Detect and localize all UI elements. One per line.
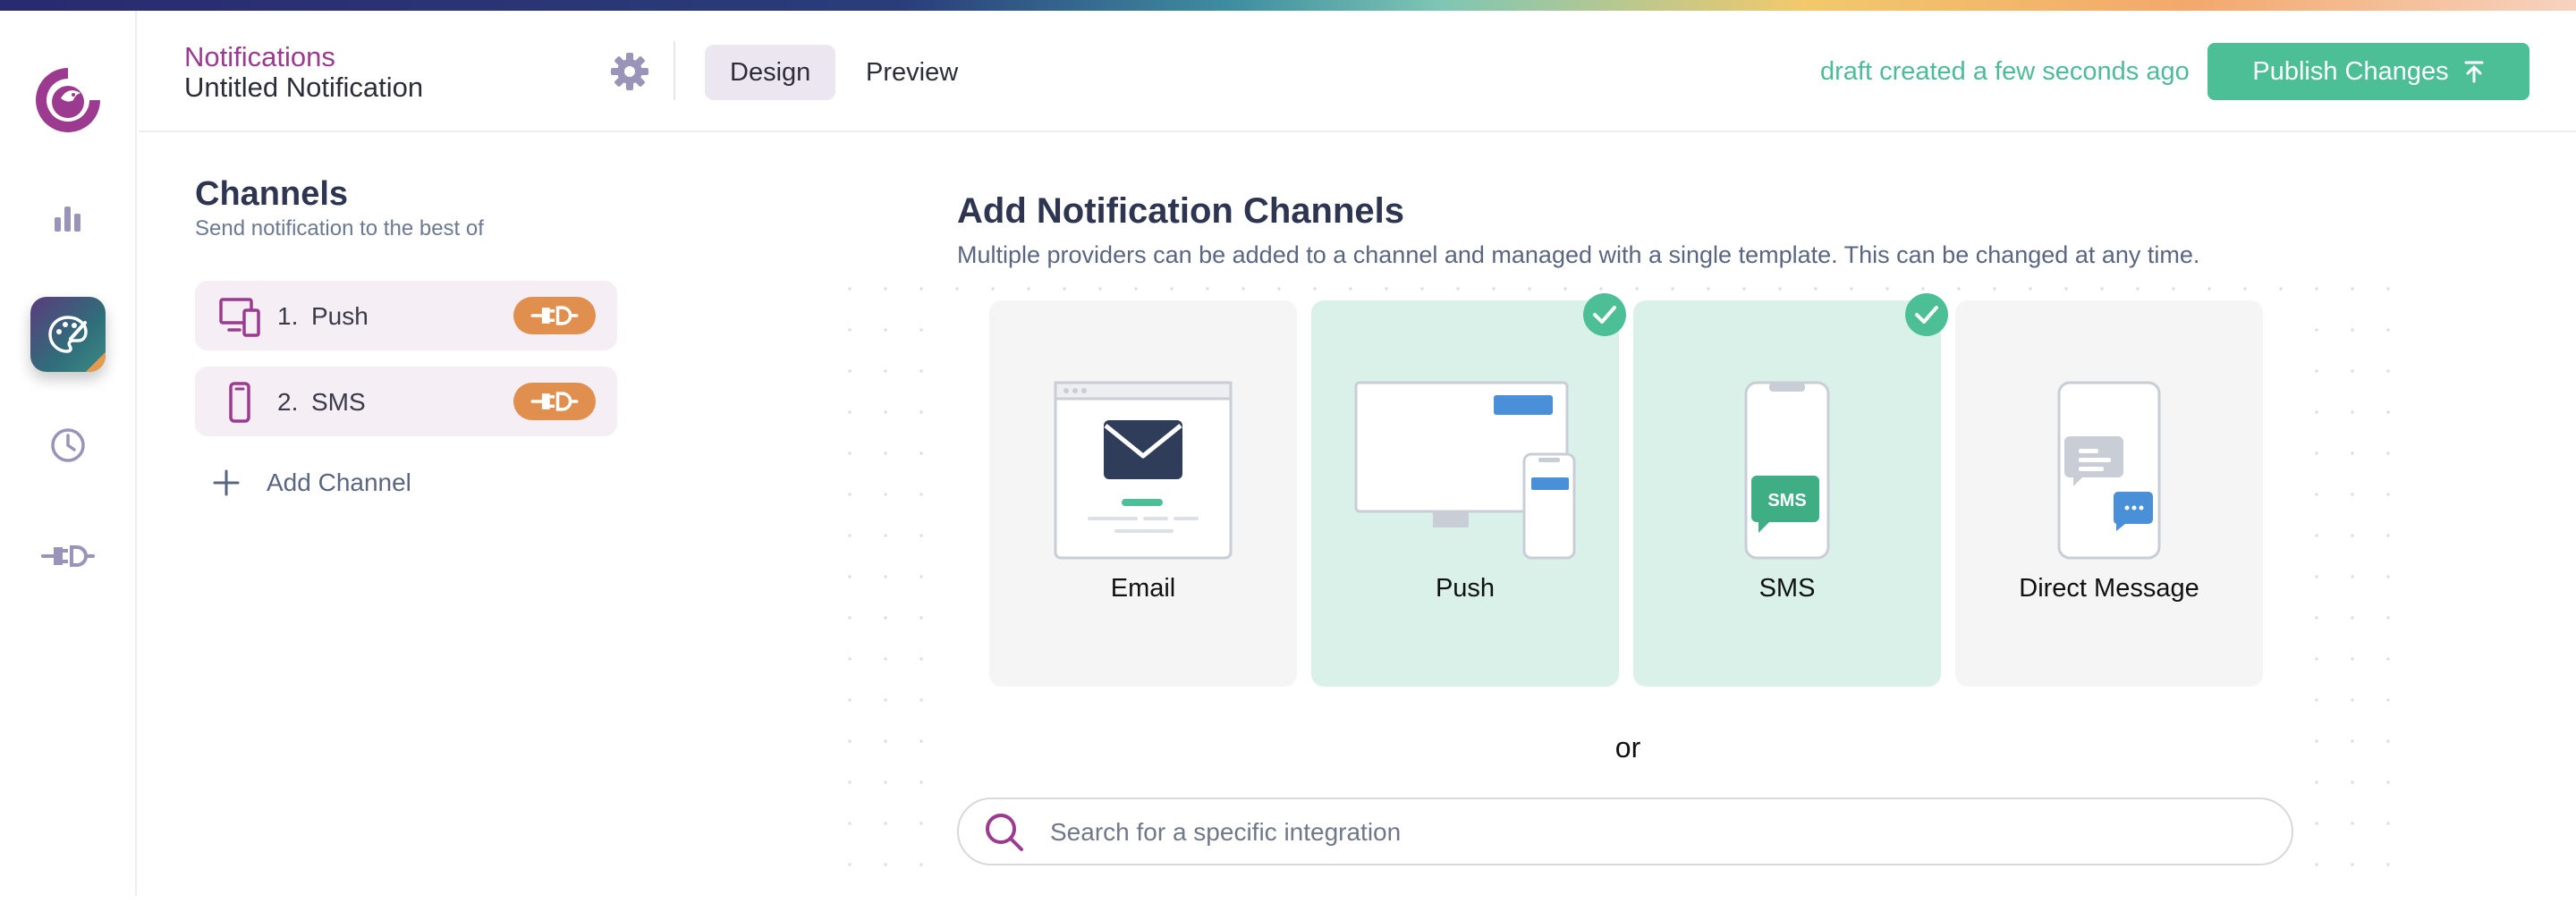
push-illustration-icon (1354, 381, 1576, 560)
rail-analytics[interactable] (30, 181, 106, 256)
palette-icon (48, 316, 88, 353)
channel-card-label: SMS (1758, 574, 1816, 603)
add-channel-button[interactable]: Add Channel (213, 465, 411, 501)
page-title[interactable]: Untitled Notification (184, 72, 423, 104)
rail-history[interactable] (30, 408, 106, 483)
publish-changes-button[interactable]: Publish Changes (2207, 43, 2529, 100)
search-input[interactable] (1050, 812, 2213, 853)
chat-illustration-icon (2057, 381, 2161, 560)
plug-icon (530, 392, 579, 411)
sms-illustration-icon: SMS (1744, 381, 1830, 560)
app-logo[interactable] (30, 63, 106, 138)
page-header: Notifications Untitled Notification Desi… (139, 11, 2576, 132)
channel-integration-badge[interactable] (513, 383, 596, 420)
selected-check-icon (1583, 293, 1626, 336)
plug-icon (530, 306, 579, 325)
channel-number: 1. (277, 302, 299, 330)
plug-icon (41, 545, 95, 567)
upload-arrow-icon (2464, 61, 2484, 83)
channel-card-label: Direct Message (2019, 574, 2199, 603)
draft-status: draft created a few seconds ago (1820, 57, 2190, 86)
channel-card-push[interactable]: Push (1311, 293, 1626, 687)
channels-heading: Channels (195, 175, 349, 213)
email-illustration-icon (1054, 381, 1233, 560)
sidebar-rail (0, 11, 137, 896)
channel-label: Push (311, 302, 369, 330)
add-channels-heading: Add Notification Channels (957, 191, 1404, 231)
publish-label: Publish Changes (2252, 56, 2449, 86)
plus-icon (213, 469, 240, 496)
channel-integration-badge[interactable] (513, 297, 596, 334)
channel-card-direct-message[interactable]: Direct Message (1955, 300, 2263, 687)
channel-card-email[interactable]: Email (989, 300, 1297, 687)
channel-item-sms[interactable]: 2. SMS (195, 367, 617, 436)
top-gradient-bar (0, 0, 2576, 11)
add-channel-label: Add Channel (267, 468, 411, 496)
channel-label: SMS (311, 388, 366, 416)
phone-icon (229, 382, 250, 423)
channel-item-push[interactable]: 1. Push (195, 281, 617, 350)
breadcrumb-section[interactable]: Notifications (184, 41, 335, 73)
channel-card-sms[interactable]: SMS SMS (1633, 293, 1948, 687)
tab-design[interactable]: Design (705, 45, 836, 100)
add-channels-subtitle: Multiple providers can be added to a cha… (957, 241, 2200, 268)
clock-icon (51, 428, 85, 462)
search-icon (986, 814, 1023, 851)
sms-badge-text: SMS (1767, 491, 1806, 511)
or-separator: or (1614, 731, 1641, 764)
tab-preview[interactable]: Preview (841, 45, 983, 100)
gear-icon[interactable] (608, 50, 651, 93)
rail-design[interactable] (30, 297, 106, 372)
devices-icon (219, 298, 260, 337)
channel-card-label: Push (1435, 574, 1496, 603)
header-divider (674, 41, 675, 100)
rail-integrations[interactable] (30, 519, 106, 594)
channel-number: 2. (277, 388, 299, 416)
channel-card-label: Email (1110, 574, 1176, 603)
selected-check-icon (1905, 293, 1948, 336)
channels-subtitle: Send notification to the best of (195, 216, 484, 241)
integration-search[interactable] (957, 798, 2293, 865)
bar-chart-icon (55, 207, 80, 232)
